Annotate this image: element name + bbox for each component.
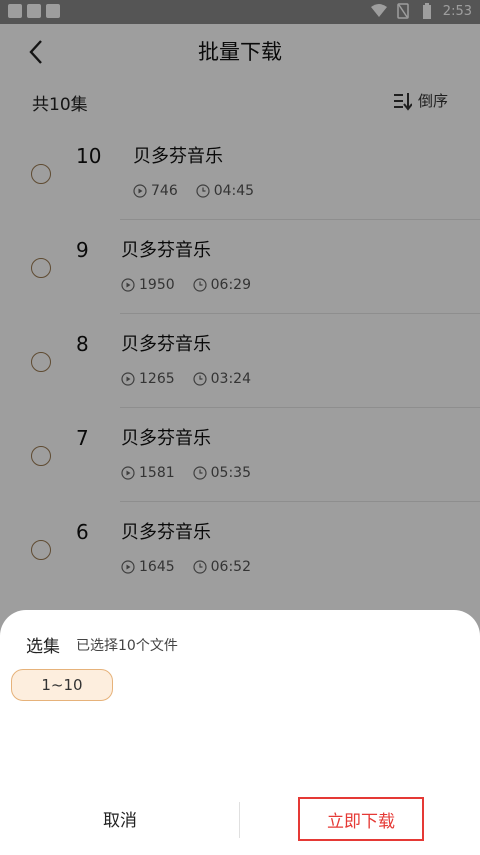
episode-selection-sheet: 选集 已选择10个文件 1~10 取消 立即下载 xyxy=(0,610,480,855)
button-divider xyxy=(239,802,240,838)
cancel-button[interactable]: 取消 xyxy=(40,798,200,838)
download-now-button[interactable]: 立即下载 xyxy=(298,797,424,841)
batch-download-page: 2:53 批量下载 共10集 倒序 10 贝多芬音乐 746 04:45 9 贝… xyxy=(0,0,480,855)
sheet-title: 选集 xyxy=(26,637,60,657)
bottom-edge xyxy=(0,851,480,855)
selected-count-text: 已选择10个文件 xyxy=(76,638,178,654)
range-chip[interactable]: 1~10 xyxy=(11,669,113,701)
